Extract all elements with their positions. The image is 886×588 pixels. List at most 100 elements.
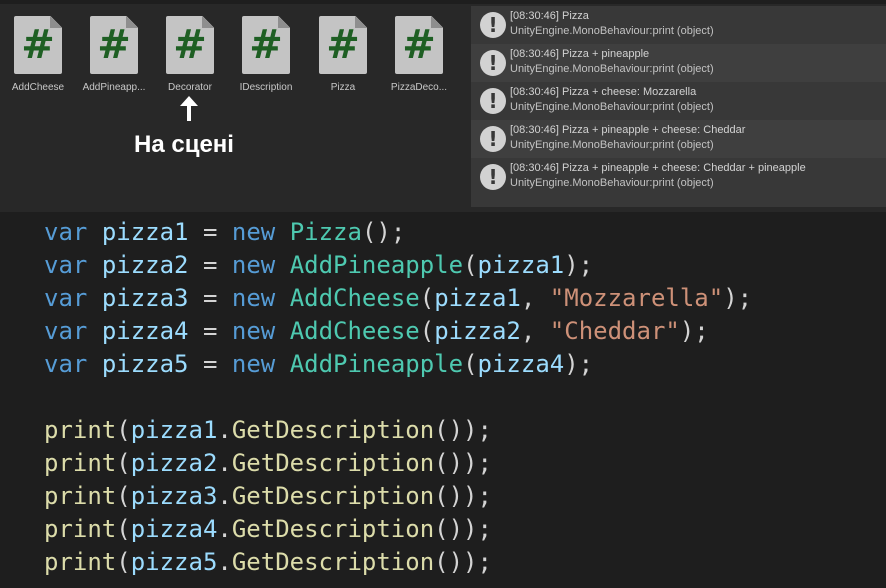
code-line: var pizza2 = new AddPineapple(pizza1); (44, 249, 593, 282)
console-log-entry[interactable]: ! [08:30:46] Pizza + pineapple UnityEngi… (471, 44, 886, 82)
log-message: [08:30:46] Pizza + cheese: Mozzarella (510, 86, 697, 98)
code-token: pizza1 (434, 284, 521, 312)
code-token: print (44, 482, 117, 510)
code-line: print(pizza4.GetDescription()); (44, 513, 492, 546)
asset-label: Decorator (168, 82, 212, 93)
code-token: (); (361, 218, 406, 246)
code-token: ( (116, 416, 131, 444)
code-token: = (188, 317, 232, 345)
code-token: ); (679, 317, 709, 345)
code-token: GetDescription (231, 548, 435, 576)
code-token: var (44, 350, 88, 378)
asset-pizzadecorator[interactable]: # PizzaDeco... (381, 16, 457, 93)
log-message: [08:30:46] Pizza (510, 10, 589, 22)
code-token: ()); (434, 548, 492, 576)
csharp-script-icon: # (14, 16, 62, 74)
console-log-entry[interactable]: ! [08:30:46] Pizza + pineapple + cheese:… (471, 158, 886, 196)
code-token: GetDescription (231, 515, 435, 543)
console-log-entry[interactable]: ! [08:30:46] Pizza + pineapple + cheese:… (471, 120, 886, 158)
csharp-script-icon: # (395, 16, 443, 74)
code-token: var (44, 251, 88, 279)
asset-label: AddPineapp... (82, 82, 146, 93)
code-token: ); (723, 284, 753, 312)
code-editor[interactable]: var pizza1 = new Pizza(); var pizza2 = n… (0, 212, 886, 588)
code-token: "Mozzarella" (549, 284, 724, 312)
console-log-entry[interactable]: ! [08:30:46] Pizza UnityEngine.MonoBehav… (471, 6, 886, 44)
code-token: new (231, 317, 276, 345)
code-line: print(pizza2.GetDescription()); (44, 447, 492, 480)
info-icon: ! (480, 88, 506, 114)
code-token: pizza5 (130, 548, 218, 576)
log-stacktrace: UnityEngine.MonoBehaviour:print (object) (510, 101, 714, 113)
code-token: ( (419, 317, 435, 345)
code-token: AddCheese (289, 284, 420, 312)
code-token: print (44, 416, 117, 444)
code-token: ( (116, 482, 131, 510)
asset-label: AddCheese (11, 82, 65, 93)
top-strip (0, 0, 886, 4)
code-token: var (44, 317, 88, 345)
code-token: "Cheddar" (549, 317, 680, 345)
console-panel: ! [08:30:46] Pizza UnityEngine.MonoBehav… (471, 6, 886, 207)
code-token: pizza4 (477, 350, 565, 378)
code-line: var pizza1 = new Pizza(); (44, 216, 405, 249)
info-icon: ! (480, 164, 506, 190)
log-message: [08:30:46] Pizza + pineapple (510, 48, 650, 60)
code-line: print(pizza3.GetDescription()); (44, 480, 492, 513)
code-token: AddPineapple (289, 350, 464, 378)
code-line: var pizza3 = new AddCheese(pizza1, "Mozz… (44, 282, 752, 315)
code-line: print(pizza5.GetDescription()); (44, 546, 492, 579)
code-token: pizza4 (101, 317, 189, 345)
asset-label: PizzaDeco... (390, 82, 448, 93)
log-message: [08:30:46] Pizza + pineapple + cheese: C… (510, 124, 746, 136)
code-token: = (188, 251, 232, 279)
code-token: pizza5 (101, 350, 189, 378)
code-token: AddPineapple (289, 251, 464, 279)
code-line: print(pizza1.GetDescription()); (44, 414, 492, 447)
code-token: , (520, 317, 550, 345)
code-token: Pizza (289, 218, 362, 246)
code-token: . (217, 449, 232, 477)
code-token: ( (116, 449, 131, 477)
code-token: pizza2 (130, 449, 218, 477)
code-token: ()); (434, 449, 492, 477)
code-token: pizza1 (130, 416, 218, 444)
code-token: pizza2 (101, 251, 189, 279)
asset-pizza[interactable]: # Pizza (305, 16, 381, 93)
code-token: print (44, 515, 117, 543)
code-token: pizza2 (434, 317, 521, 345)
code-token: var (44, 284, 88, 312)
csharp-script-icon: # (319, 16, 367, 74)
csharp-script-icon: # (90, 16, 138, 74)
code-token: , (520, 284, 550, 312)
project-panel: # AddCheese # AddPineapp... # Decorator … (0, 0, 886, 212)
code-line: var pizza4 = new AddCheese(pizza2, "Ched… (44, 315, 709, 348)
code-token: print (44, 449, 117, 477)
log-stacktrace: UnityEngine.MonoBehaviour:print (object) (510, 139, 714, 151)
asset-decorator[interactable]: # Decorator (152, 16, 228, 93)
code-token: ( (463, 251, 478, 279)
asset-label: Pizza (330, 82, 356, 93)
console-log-entry[interactable]: ! [08:30:46] Pizza + cheese: Mozzarella … (471, 82, 886, 120)
code-token: GetDescription (231, 482, 435, 510)
code-token: ); (564, 251, 594, 279)
code-token: = (188, 284, 232, 312)
code-token: new (231, 218, 276, 246)
asset-label: IDescription (239, 82, 293, 93)
log-message: [08:30:46] Pizza + pineapple + cheese: C… (510, 162, 806, 174)
code-token: . (217, 482, 232, 510)
asset-addcheese[interactable]: # AddCheese (0, 16, 76, 93)
code-token: . (217, 416, 232, 444)
code-token: print (44, 548, 117, 576)
asset-addpineapple[interactable]: # AddPineapp... (76, 16, 152, 93)
info-icon: ! (480, 12, 506, 38)
asset-idescription[interactable]: # IDescription (228, 16, 304, 93)
code-token: var (44, 218, 88, 246)
code-token: pizza3 (101, 284, 189, 312)
